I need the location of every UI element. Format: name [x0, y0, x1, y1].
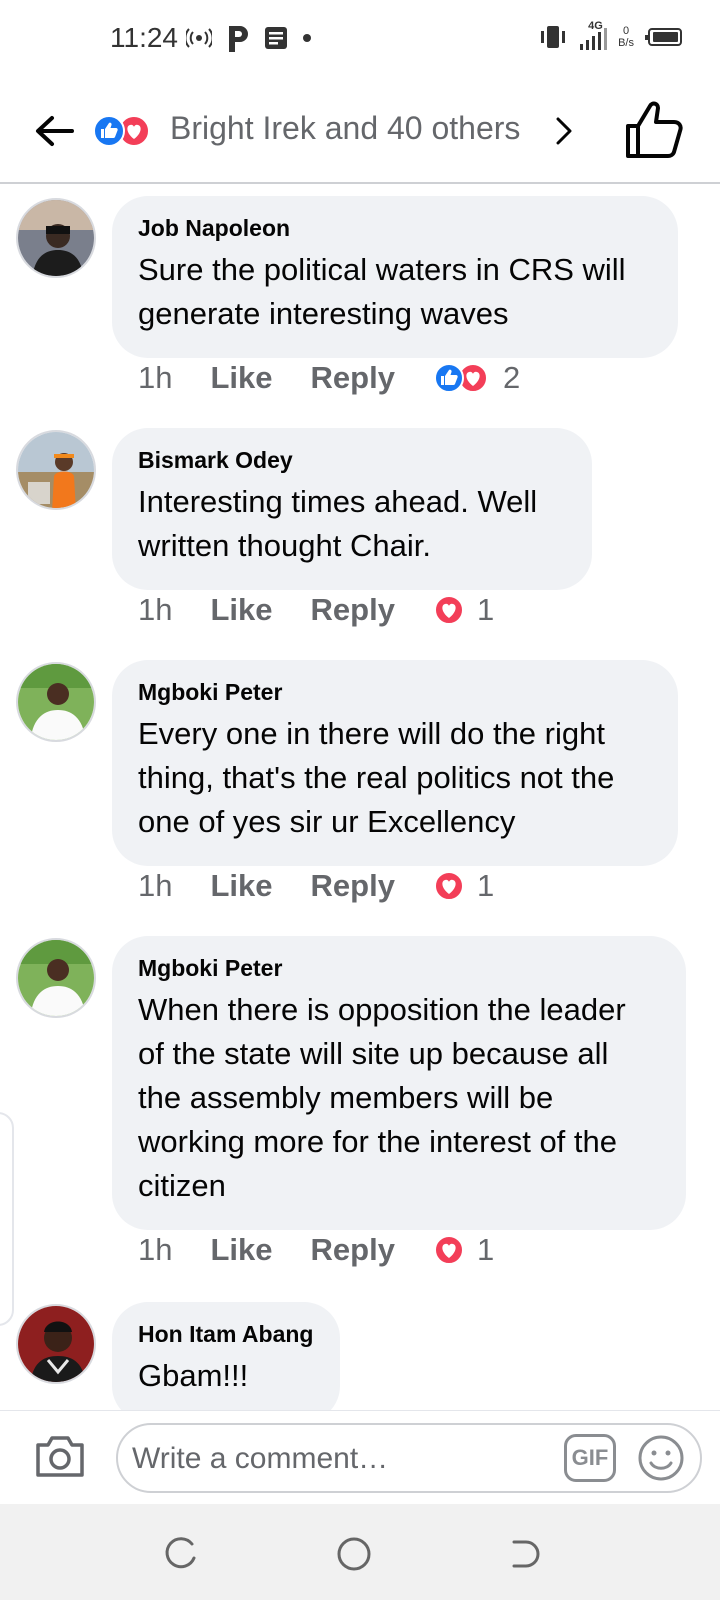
vibrate-icon [541, 26, 566, 48]
data-speed-unit: B/s [618, 37, 634, 49]
avatar[interactable] [16, 662, 96, 742]
comment-time[interactable]: 1h [138, 360, 172, 396]
gif-button[interactable]: GIF [564, 1434, 616, 1482]
side-drawer-handle[interactable] [0, 1112, 14, 1326]
comment-reactions[interactable]: 2 [433, 360, 520, 396]
comment-text: When there is opposition the leader of t… [138, 992, 626, 1203]
reply-button[interactable]: Reply [311, 592, 395, 628]
comment-author[interactable]: Mgboki Peter [138, 678, 652, 706]
avatar[interactable] [16, 198, 96, 278]
reaction-count: 2 [502, 360, 521, 395]
avatar-photo-icon [18, 664, 94, 740]
comment-time[interactable]: 1h [138, 592, 172, 628]
avatar-photo-icon [18, 1306, 94, 1382]
reactions-header: Bright Irek and 40 others [0, 80, 720, 184]
comment-bubble[interactable]: Job Napoleon Sure the political waters i… [112, 196, 678, 358]
avatar-photo-icon [18, 940, 94, 1016]
reactions-summary-icons[interactable] [92, 114, 154, 148]
reaction-count: 1 [476, 1232, 495, 1267]
comment-text: Interesting times ahead. Well written th… [138, 484, 538, 563]
comment-actions: 1h Like Reply 1 [138, 1232, 494, 1268]
comment-reactions[interactable]: 1 [433, 1232, 494, 1268]
avatar[interactable] [16, 430, 96, 510]
comment-time[interactable]: 1h [138, 868, 172, 904]
comment-text: Every one in there will do the right thi… [138, 716, 615, 839]
comment-actions: 1h Like Reply 1 [138, 868, 494, 904]
reply-button[interactable]: Reply [311, 868, 395, 904]
reply-button[interactable]: Reply [311, 360, 395, 396]
comment-time[interactable]: 1h [138, 1232, 172, 1268]
status-bar: 11:24 4G 0 B/s [0, 0, 720, 80]
comment-reactions[interactable]: 1 [433, 868, 494, 904]
comment-bubble[interactable]: Mgboki Peter Every one in there will do … [112, 660, 678, 866]
back-nav-icon[interactable] [506, 1534, 546, 1574]
like-button[interactable]: Like [210, 1232, 272, 1268]
comment-bubble[interactable]: Hon Itam Abang Gbam!!! [112, 1302, 340, 1410]
like-reaction-icon [93, 115, 125, 147]
love-reaction-icon [433, 595, 464, 625]
comment-input[interactable] [132, 1435, 542, 1483]
comment-actions: 1h Like Reply 2 [138, 360, 520, 396]
reply-button[interactable]: Reply [311, 1232, 395, 1268]
comment-input-container[interactable]: GIF [116, 1423, 702, 1493]
comment-author[interactable]: Hon Itam Abang [138, 1320, 314, 1348]
comment-text: Gbam!!! [138, 1358, 249, 1393]
comment-actions: 1h Like Reply 1 [138, 592, 494, 628]
avatar-photo-icon [18, 200, 94, 276]
comments-list[interactable]: Job Napoleon Sure the political waters i… [0, 186, 720, 1410]
recent-apps-icon[interactable] [160, 1534, 200, 1574]
comment-author[interactable]: Mgboki Peter [138, 954, 660, 982]
parking-app-icon [229, 26, 248, 52]
system-navigation-bar [0, 1504, 720, 1600]
radio-broadcast-icon [186, 28, 212, 48]
camera-icon[interactable] [34, 1433, 86, 1479]
avatar[interactable] [16, 938, 96, 1018]
data-speed-value: 0 [622, 25, 630, 37]
signal-bars-icon [580, 28, 608, 50]
emoji-icon[interactable] [636, 1433, 686, 1483]
love-reaction-icon [433, 1235, 464, 1265]
like-button[interactable]: Like [210, 868, 272, 904]
comment-bubble[interactable]: Mgboki Peter When there is opposition th… [112, 936, 686, 1230]
thumbs-up-outline-icon[interactable] [622, 98, 686, 162]
like-button[interactable]: Like [210, 592, 272, 628]
chevron-right-icon[interactable] [552, 114, 576, 148]
comment-reactions[interactable]: 1 [433, 592, 494, 628]
love-reaction-icon [433, 871, 464, 901]
notification-dot-icon [303, 34, 311, 42]
signal-strength: 4G [578, 20, 608, 52]
home-icon[interactable] [334, 1534, 374, 1574]
reaction-count: 1 [476, 868, 495, 903]
comment-author[interactable]: Bismark Odey [138, 446, 566, 474]
comment-text: Sure the political waters in CRS will ge… [138, 252, 626, 331]
comment-bubble[interactable]: Bismark Odey Interesting times ahead. We… [112, 428, 592, 590]
status-notification-icons [186, 24, 312, 52]
back-arrow-icon[interactable] [30, 106, 80, 156]
message-app-icon [265, 27, 287, 49]
battery-icon [645, 28, 682, 46]
reactors-summary-text[interactable]: Bright Irek and 40 others [170, 110, 520, 147]
like-button[interactable]: Like [210, 360, 272, 396]
data-speed: 0 B/s [618, 25, 634, 49]
status-time: 11:24 [110, 22, 178, 53]
avatar-photo-icon [18, 432, 94, 508]
comment-composer: GIF [0, 1410, 720, 1504]
like-love-reaction-icons [433, 363, 488, 393]
comment-author[interactable]: Job Napoleon [138, 214, 652, 242]
avatar[interactable] [16, 1304, 96, 1384]
reaction-count: 1 [476, 592, 495, 627]
status-system-icons: 4G 0 B/s [538, 20, 682, 52]
